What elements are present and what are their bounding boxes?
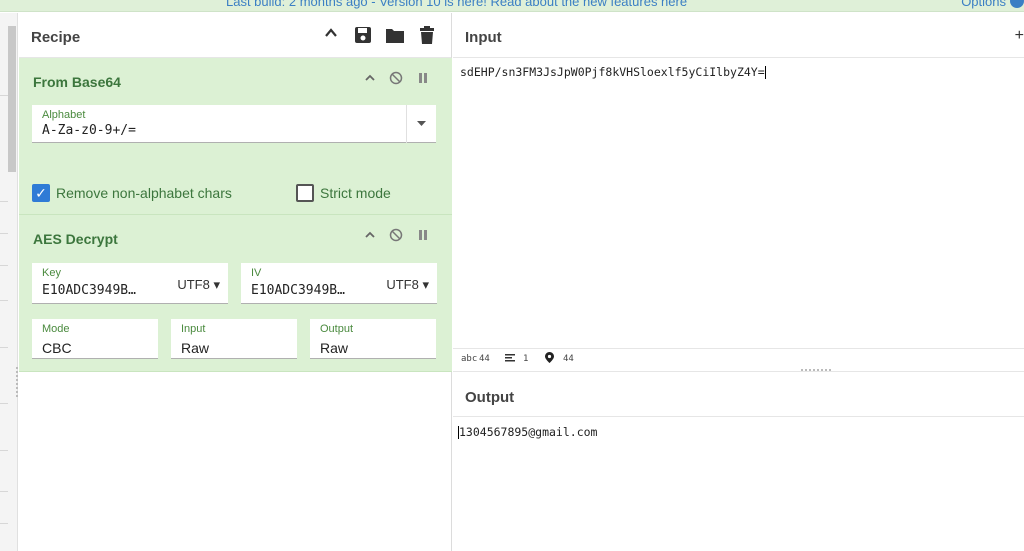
divider xyxy=(0,265,8,266)
lines-icon xyxy=(505,354,515,365)
mode-select[interactable]: Mode CBC xyxy=(32,319,158,359)
remove-non-alphabet-label[interactable]: Remove non-alphabet chars xyxy=(56,185,232,201)
field-label: IV xyxy=(251,267,262,279)
input-format-value: Raw xyxy=(181,340,210,356)
operation-title: AES Decrypt xyxy=(33,231,118,247)
field-label: Alphabet xyxy=(42,109,86,121)
output-format-value: Raw xyxy=(320,340,349,356)
field-label: Mode xyxy=(42,323,70,335)
options-link[interactable]: Options xyxy=(961,0,1006,9)
strict-mode-label[interactable]: Strict mode xyxy=(320,185,391,201)
operations-scrollbar[interactable] xyxy=(8,26,16,172)
iv-value[interactable]: E10ADC3949B… xyxy=(251,283,361,298)
field-label: Key xyxy=(42,267,61,279)
divider xyxy=(0,450,8,451)
output-header: Output xyxy=(453,372,1024,417)
gear-icon[interactable] xyxy=(1010,0,1024,8)
operations-strip xyxy=(0,13,18,551)
abc-icon: abc xyxy=(461,354,478,364)
recipe-header: Recipe xyxy=(19,13,451,58)
divider xyxy=(0,347,8,348)
top-banner: Last build: 2 months ago - Version 10 is… xyxy=(0,0,1024,12)
alphabet-select[interactable]: Alphabet A-Za-z0-9+/= xyxy=(32,105,436,143)
chevron-up-icon[interactable] xyxy=(362,229,378,244)
input-panel: Input + sdEHP/sn3FM3JsJpW0Pjf8kVHSloexlf… xyxy=(453,13,1024,370)
chevron-up-icon[interactable] xyxy=(322,26,340,44)
field-label: Output xyxy=(320,323,354,335)
divider xyxy=(0,403,8,404)
position-value: 44 xyxy=(563,354,574,364)
pause-icon[interactable] xyxy=(415,228,431,245)
chevron-up-icon[interactable] xyxy=(362,72,378,87)
encoding-label: UTF8 xyxy=(386,277,419,292)
divider xyxy=(0,523,8,524)
pause-icon[interactable] xyxy=(415,71,431,88)
input-format-select[interactable]: Input Raw xyxy=(171,319,297,359)
operation-aes-decrypt[interactable]: AES Decrypt Key E10ADC3949B… UTF8 ▾ IV E… xyxy=(19,215,452,372)
input-text: sdEHP/sn3FM3JsJpW0Pjf8kVHSloexlf5yCiIlby… xyxy=(460,65,765,79)
output-text: 1304567895@gmail.com xyxy=(459,425,598,439)
operation-title: From Base64 xyxy=(33,74,121,90)
strict-mode-checkbox[interactable] xyxy=(296,184,314,202)
add-input-icon[interactable]: + xyxy=(1015,27,1024,45)
caret-down-icon: ▾ xyxy=(213,277,220,292)
recipe-panel: Recipe From Base64 Alphabet A-Za-z0-9+/= xyxy=(19,13,452,551)
encoding-label: UTF8 xyxy=(177,277,210,292)
caret-down-icon: ▾ xyxy=(422,277,429,292)
output-format-select[interactable]: Output Raw xyxy=(310,319,436,359)
input-status-bar: abc 44 1 44 xyxy=(453,348,1024,368)
input-header: Input + xyxy=(453,13,1024,58)
resize-handle[interactable] xyxy=(16,367,18,397)
divider xyxy=(0,233,8,234)
divider xyxy=(0,201,8,202)
lines-value: 1 xyxy=(523,354,529,364)
remove-non-alphabet-checkbox[interactable]: ✓ xyxy=(32,184,50,202)
mode-value: CBC xyxy=(42,340,72,356)
length-value: 44 xyxy=(479,354,490,364)
text-cursor xyxy=(764,66,766,79)
disable-icon[interactable] xyxy=(388,228,404,245)
key-value[interactable]: E10ADC3949B… xyxy=(42,283,152,298)
location-pin-icon xyxy=(545,352,554,366)
divider xyxy=(0,95,8,96)
banner-message[interactable]: Last build: 2 months ago - Version 10 is… xyxy=(226,0,687,9)
key-encoding-dropdown[interactable]: UTF8 ▾ xyxy=(177,277,220,293)
operation-from-base64[interactable]: From Base64 Alphabet A-Za-z0-9+/= ✓ Remo… xyxy=(19,58,452,215)
divider xyxy=(0,491,8,492)
output-textarea[interactable]: 1304567895@gmail.com xyxy=(458,425,597,439)
iv-field[interactable]: IV E10ADC3949B… UTF8 ▾ xyxy=(241,263,437,304)
output-panel: Output 1304567895@gmail.com xyxy=(453,371,1024,551)
key-field[interactable]: Key E10ADC3949B… UTF8 ▾ xyxy=(32,263,228,304)
input-title: Input xyxy=(465,29,502,46)
input-textarea[interactable]: sdEHP/sn3FM3JsJpW0Pjf8kVHSloexlf5yCiIlby… xyxy=(460,65,766,79)
field-label: Input xyxy=(181,323,206,335)
trash-icon[interactable] xyxy=(418,26,436,44)
dropdown-toggle[interactable] xyxy=(406,105,436,143)
output-title: Output xyxy=(465,389,515,406)
divider xyxy=(0,300,8,301)
alphabet-value: A-Za-z0-9+/= xyxy=(42,123,136,138)
folder-icon[interactable] xyxy=(385,26,404,44)
recipe-title: Recipe xyxy=(31,29,81,46)
iv-encoding-dropdown[interactable]: UTF8 ▾ xyxy=(386,277,429,293)
save-icon[interactable] xyxy=(354,26,372,44)
disable-icon[interactable] xyxy=(388,71,404,88)
